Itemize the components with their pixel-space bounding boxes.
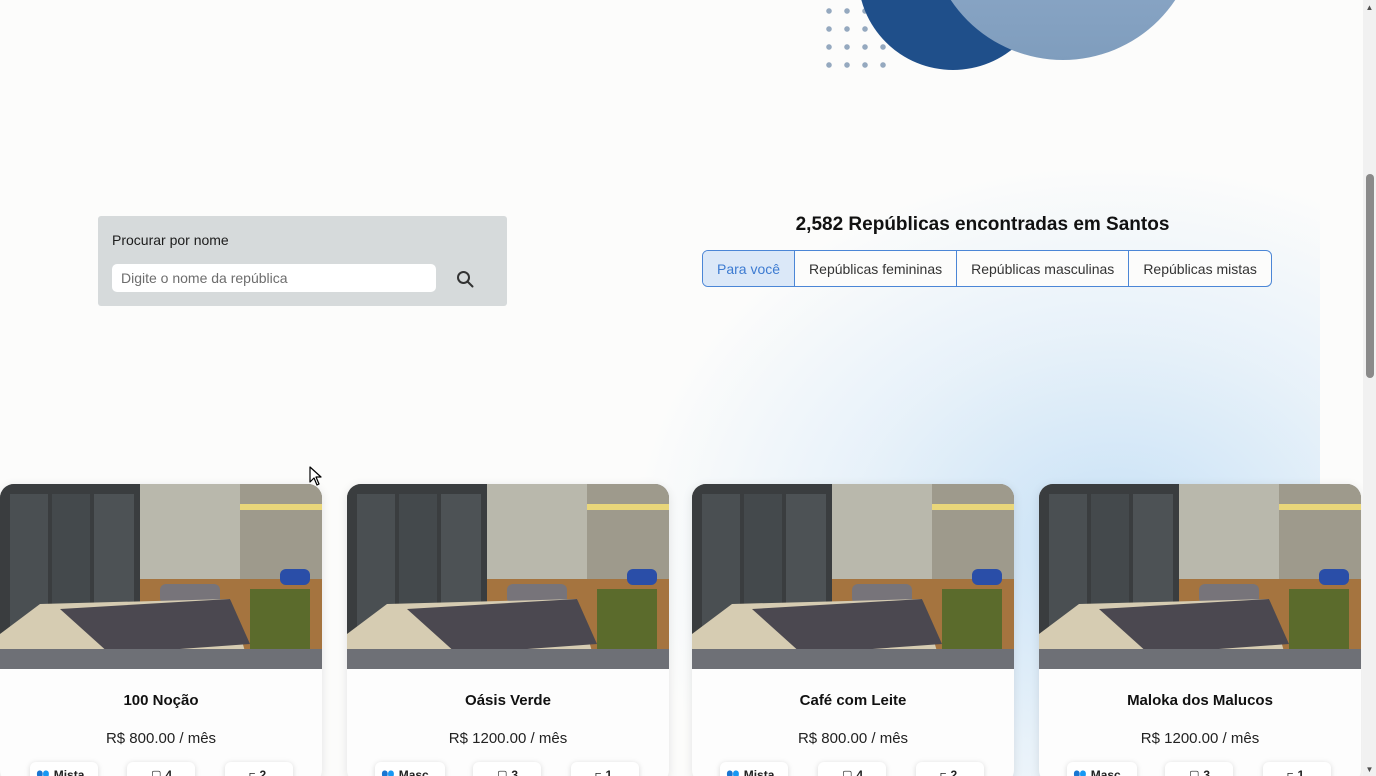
card-title: Maloka dos Malucos [1127,692,1273,709]
card-price: R$ 1200.00 / mês [448,730,568,747]
scrollbar-thumb[interactable] [1366,174,1374,378]
search-icon [457,271,474,288]
scroll-up-arrow-icon[interactable]: ▲ [1363,0,1376,14]
republica-card[interactable]: Café com Leite R$ 800.00 / mês 👥 Mista ▢ 4… [692,484,1014,776]
people-icon: 👥 [726,769,740,776]
people-icon: 👥 [381,769,395,776]
scroll-down-arrow-icon[interactable]: ▼ [1363,762,1376,776]
shower-icon: ⌐ [1287,768,1294,776]
search-input[interactable] [112,264,436,292]
bathrooms-chip: ⌐ 1 [571,762,639,776]
gender-chip: 👥 Masc. [1067,762,1137,776]
search-panel: Procurar por nome [98,216,507,306]
vertical-scrollbar[interactable]: ▲ ▼ [1363,0,1376,776]
search-label: Procurar por nome [112,232,229,248]
tab-para-voce[interactable]: Para você [703,251,796,286]
bed-icon: ▢ [497,769,508,776]
card-title: Oásis Verde [465,692,551,709]
room-photo [692,484,1014,669]
bathrooms-chip: ⌐ 2 [225,762,293,776]
room-photo [0,484,322,669]
search-button[interactable] [452,266,478,292]
rooms-chip: ▢ 4 [818,762,886,776]
bed-icon: ▢ [151,769,162,776]
filter-tabs: Para você Repúblicas femininas República… [702,250,1272,287]
card-price: R$ 800.00 / mês [105,730,217,747]
gender-chip: 👥 Mista [720,762,788,776]
gender-chip: 👥 Masc. [375,762,445,776]
people-icon: 👥 [1073,769,1087,776]
rooms-chip: ▢ 3 [1165,762,1233,776]
rooms-chip: ▢ 3 [473,762,541,776]
gender-chip: 👥 Mista [30,762,98,776]
shower-icon: ⌐ [940,768,947,776]
republica-card[interactable]: Oásis Verde R$ 1200.00 / mês 👥 Masc. ▢ 3 ⌐… [347,484,669,776]
card-price: R$ 1200.00 / mês [1140,730,1260,747]
shower-icon: ⌐ [595,768,602,776]
mouse-cursor-icon [309,466,322,486]
people-icon: 👥 [36,769,50,776]
results-title: 2,582 Repúblicas encontradas em Santos [795,214,1170,235]
bathrooms-chip: ⌐ 1 [1263,762,1331,776]
tab-republicas-masculinas[interactable]: Repúblicas masculinas [957,251,1130,286]
republica-card[interactable]: 100 Noção R$ 800.00 / mês 👥 Mista ▢ 4 ⌐ 2 [0,484,322,776]
card-price: R$ 800.00 / mês [797,730,909,747]
room-photo [347,484,669,669]
card-title: Café com Leite [799,692,907,709]
bed-icon: ▢ [842,769,853,776]
republica-card[interactable]: Maloka dos Malucos R$ 1200.00 / mês 👥 Mas… [1039,484,1361,776]
bed-icon: ▢ [1189,769,1200,776]
tab-republicas-mistas[interactable]: Repúblicas mistas [1129,251,1271,286]
room-photo [1039,484,1361,669]
hero-image [818,0,1200,76]
shower-icon: ⌐ [249,768,256,776]
rooms-chip: ▢ 4 [127,762,195,776]
card-title: 100 Noção [123,692,199,709]
bathrooms-chip: ⌐ 2 [916,762,984,776]
tab-republicas-femininas[interactable]: Repúblicas femininas [795,251,958,286]
